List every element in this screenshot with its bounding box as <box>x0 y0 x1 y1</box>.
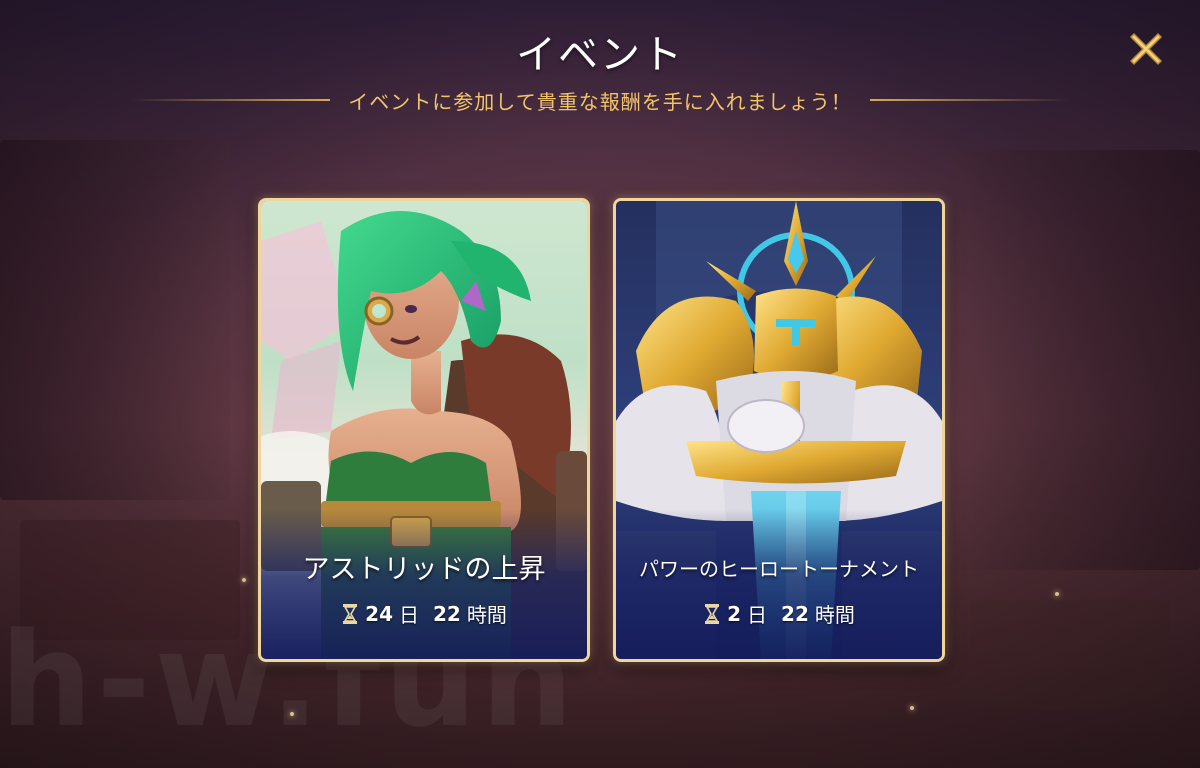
timer-hours: 22 <box>781 601 809 626</box>
sparkle <box>242 578 246 582</box>
divider-right <box>869 99 1070 101</box>
event-card-tournament[interactable]: パワーのヒーロートーナメント 2日 22 時間 <box>613 198 945 662</box>
divider-left <box>130 99 331 101</box>
timer-days: 2 <box>727 601 742 626</box>
hourglass-icon <box>705 603 720 624</box>
timer-day-unit: 日 <box>399 603 419 627</box>
sparkle <box>910 706 914 710</box>
hourglass-icon <box>343 603 358 624</box>
subtitle-row: イベントに参加して貴重な報酬を手に入れましょう！ <box>0 86 1200 114</box>
event-timer: 2日 22 時間 <box>616 599 942 628</box>
close-button[interactable] <box>1126 28 1166 68</box>
event-title: パワーのヒーロートーナメント <box>639 557 919 581</box>
page-subtitle: イベントに参加して貴重な報酬を手に入れましょう！ <box>348 89 852 114</box>
close-icon <box>1129 32 1163 66</box>
timer-hour-unit: 時間 <box>814 603 855 627</box>
event-timer: 24 日 22 時間 <box>261 599 587 628</box>
page-title: イベント <box>516 32 684 78</box>
timer-hour-unit: 時間 <box>466 603 507 627</box>
event-title: アストリッドの上昇 <box>302 554 546 585</box>
timer-days: 24 <box>365 601 393 626</box>
card-footer-gradient <box>616 509 942 659</box>
event-card-astrid[interactable]: アストリッドの上昇 24 日 22 時間 <box>258 198 590 662</box>
sparkle <box>290 712 294 716</box>
timer-hours: 22 <box>433 601 461 626</box>
sparkle <box>1055 592 1059 596</box>
timer-day-unit: 日 <box>747 603 768 627</box>
